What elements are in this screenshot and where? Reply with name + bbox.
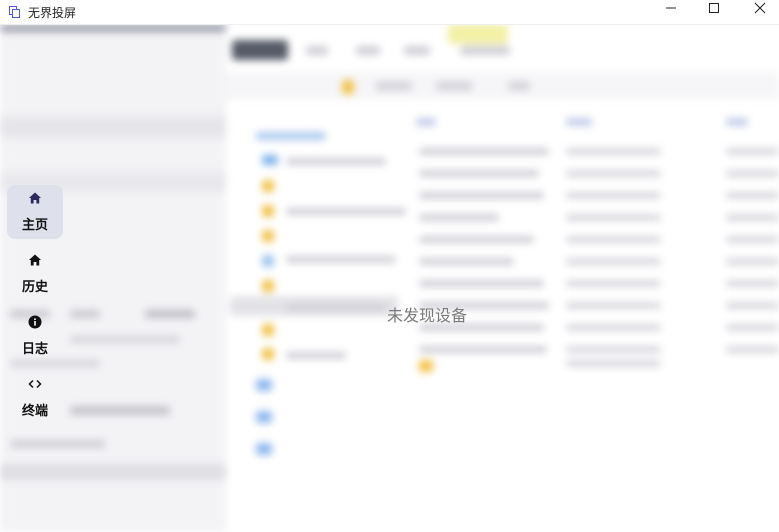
nav-label-home: 主页 <box>21 217 48 232</box>
close-icon <box>754 1 766 19</box>
code-icon <box>28 377 42 396</box>
nav-item-history[interactable]: 历史 <box>7 247 63 301</box>
maximize-button[interactable] <box>691 0 737 20</box>
blurred-right-pane <box>226 24 779 532</box>
nav-label-terminal: 终端 <box>21 403 48 418</box>
nav-item-logs[interactable]: 日志 <box>7 309 63 363</box>
minimize-button[interactable] <box>648 0 694 20</box>
home-icon <box>28 191 42 210</box>
maximize-icon <box>708 1 720 19</box>
info-icon <box>28 315 42 334</box>
empty-state-message: 未发现设备 <box>386 308 467 325</box>
close-button[interactable] <box>737 0 779 20</box>
minimize-icon <box>665 1 677 19</box>
title-bar: 无界投屏 <box>0 0 779 25</box>
nav-item-terminal[interactable]: 终端 <box>7 371 63 425</box>
nav-label-history: 历史 <box>21 279 48 294</box>
app-icon <box>9 5 20 18</box>
nav-item-home[interactable]: 主页 <box>7 185 63 239</box>
window-title: 无界投屏 <box>28 6 77 20</box>
nav-label-logs: 日志 <box>21 341 48 356</box>
home-icon <box>28 253 42 272</box>
blurred-background <box>0 24 779 532</box>
